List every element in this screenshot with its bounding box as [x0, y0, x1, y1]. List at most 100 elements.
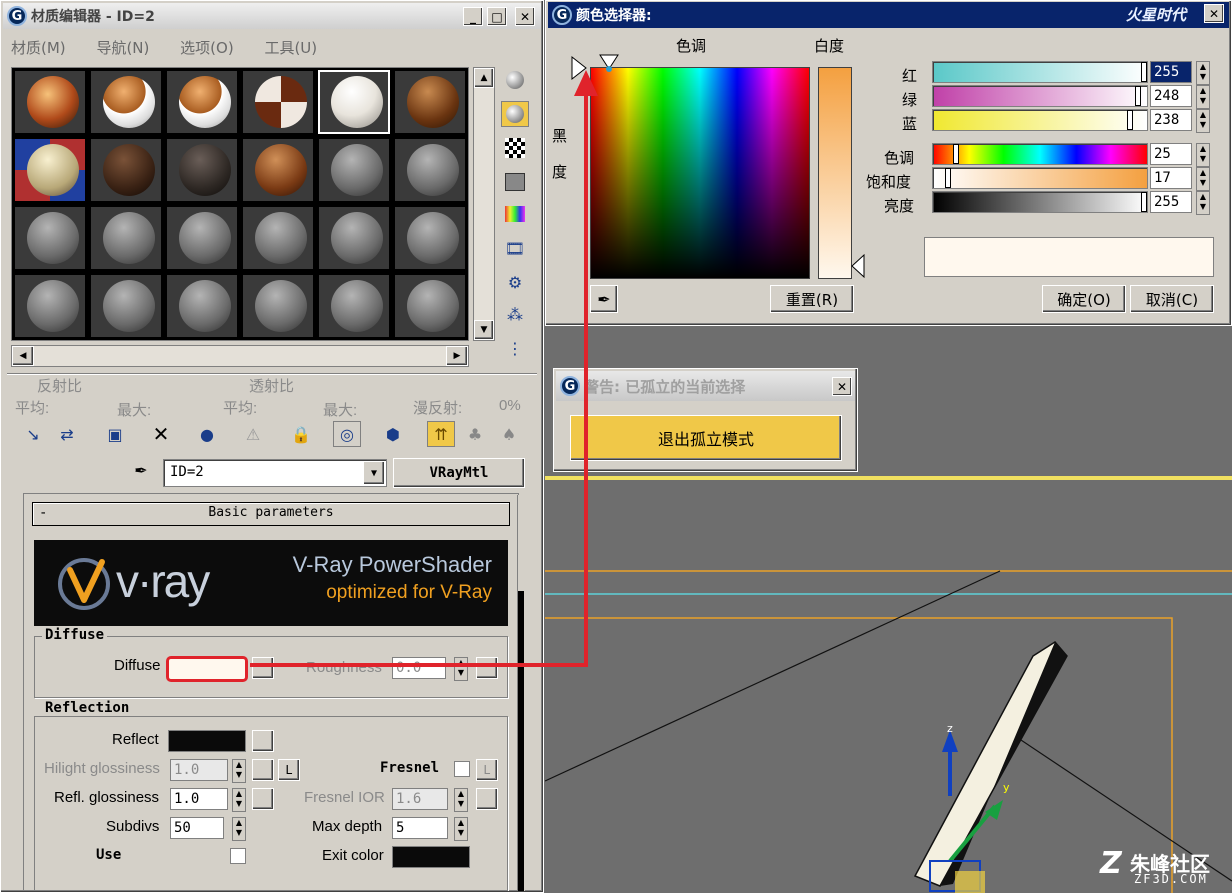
hue-spinner[interactable]: ▲ ▼ [1196, 143, 1210, 167]
eyedropper-icon[interactable]: ✒ [127, 457, 155, 483]
ok-button[interactable]: 确定(O) [1042, 285, 1126, 313]
menu-material[interactable]: 材质(M) [11, 39, 66, 57]
get-material-icon[interactable]: ↘ [19, 421, 47, 447]
sample-slot[interactable] [166, 70, 238, 134]
sample-uv-tiling-icon[interactable] [501, 169, 529, 195]
blue-input[interactable]: 238 [1150, 109, 1192, 131]
reflect-color-swatch[interactable] [168, 730, 246, 752]
whiteness-pointer-icon[interactable] [850, 253, 866, 279]
sample-slot[interactable] [242, 206, 314, 270]
sample-slot-selected[interactable] [318, 70, 390, 134]
sample-slot[interactable] [14, 206, 86, 270]
subdivs-spinner[interactable]: ▲ ▼ [232, 817, 246, 841]
red-spinner[interactable]: ▲ ▼ [1196, 61, 1210, 85]
hilight-map-button[interactable] [252, 759, 274, 781]
reset-button[interactable]: 重置(R) [770, 285, 854, 313]
panel-scroll-thumb[interactable] [518, 591, 524, 891]
refl-glossiness-map-button[interactable] [252, 788, 274, 810]
blue-slider[interactable] [932, 109, 1148, 131]
value-slider-knob[interactable] [1141, 192, 1147, 212]
green-slider[interactable] [932, 85, 1148, 107]
rollout-header[interactable]: - Basic parameters [32, 502, 510, 526]
backlight-icon[interactable] [501, 101, 529, 127]
sample-slot[interactable] [166, 138, 238, 202]
hue-slider[interactable] [932, 143, 1148, 165]
saturation-slider[interactable] [932, 167, 1148, 189]
sample-slot[interactable] [166, 206, 238, 270]
panel-scrollbar[interactable] [517, 495, 525, 891]
slot-horizontal-scrollbar[interactable]: ◀ ▶ [11, 345, 469, 367]
hue-blackness-field[interactable] [590, 67, 810, 279]
saturation-slider-knob[interactable] [945, 168, 951, 188]
sample-type-icon[interactable] [501, 67, 529, 93]
scroll-down-arrow-icon[interactable]: ▼ [474, 320, 494, 340]
material-navigator-icon[interactable]: ⋮ [501, 335, 529, 361]
warning-close-button[interactable]: ✕ [832, 377, 852, 396]
video-color-check-icon[interactable] [501, 201, 529, 227]
color-picker-close-button[interactable]: ✕ [1204, 4, 1224, 23]
value-spinner[interactable]: ▲ ▼ [1196, 191, 1210, 215]
green-spinner[interactable]: ▲ ▼ [1196, 85, 1210, 109]
saturation-input[interactable]: 17 [1150, 167, 1192, 189]
warning-titlebar[interactable]: G 警告: 已孤立的当前选择 ✕ [556, 371, 855, 401]
slot-vertical-scrollbar[interactable]: ▲ ▼ [473, 67, 495, 341]
fresnel-ior-spinner[interactable]: ▲ ▼ [454, 788, 468, 812]
sample-slot[interactable] [90, 70, 162, 134]
sample-slot[interactable] [318, 274, 390, 338]
roughness-map-button[interactable] [476, 657, 498, 679]
sample-slot[interactable] [90, 274, 162, 338]
hilight-lock-button[interactable]: L [278, 759, 300, 781]
go-forward-sibling-icon[interactable]: ♣ [461, 421, 489, 447]
sample-slot[interactable] [394, 206, 466, 270]
sample-slot[interactable] [90, 206, 162, 270]
make-preview-icon[interactable]: 🎞 [501, 235, 529, 261]
material-type-button[interactable]: VRayMtl [393, 458, 525, 488]
material-name-field[interactable]: ID=2 ▼ [163, 459, 387, 487]
exit-color-swatch[interactable] [392, 846, 470, 868]
material-effects-channel-icon[interactable]: 🔒 [287, 421, 315, 447]
go-to-parent-icon[interactable]: ⇈ [427, 421, 455, 447]
make-unique-icon[interactable]: ● [193, 421, 221, 447]
pick-material-icon[interactable]: ♠ [495, 421, 523, 447]
saturation-spinner[interactable]: ▲ ▼ [1196, 167, 1210, 191]
hue-pointer-icon[interactable] [596, 51, 626, 75]
hilight-glossiness-spinner[interactable]: ▲ ▼ [232, 759, 246, 783]
material-name-dropdown-icon[interactable]: ▼ [363, 461, 385, 485]
sample-slot[interactable] [394, 138, 466, 202]
sample-slot[interactable] [242, 274, 314, 338]
color-picker-titlebar[interactable]: G 颜色选择器: 火星时代 ✕ [548, 2, 1229, 28]
sample-slot[interactable] [14, 274, 86, 338]
cancel-button[interactable]: 取消(C) [1130, 285, 1214, 313]
close-button[interactable]: ✕ [515, 7, 535, 26]
refl-glossiness-input[interactable]: 1.0 [170, 788, 228, 810]
reset-map-icon[interactable]: ✕ [147, 421, 175, 447]
sample-slot[interactable] [242, 70, 314, 134]
put-to-library-icon[interactable]: ⚠ [239, 421, 267, 447]
use-interpolation-checkbox[interactable] [230, 848, 246, 864]
menu-options[interactable]: 选项(O) [180, 39, 234, 57]
sample-slot[interactable] [318, 206, 390, 270]
show-map-in-viewport-icon[interactable]: ◎ [333, 421, 361, 447]
refl-glossiness-spinner[interactable]: ▲ ▼ [232, 788, 246, 812]
blue-spinner[interactable]: ▲ ▼ [1196, 109, 1210, 133]
red-slider-knob[interactable] [1141, 62, 1147, 82]
roughness-input[interactable]: 0.0 [392, 657, 446, 679]
hue-slider-knob[interactable] [953, 144, 959, 164]
sample-slot[interactable] [14, 70, 86, 134]
hilight-glossiness-input[interactable]: 1.0 [170, 759, 228, 781]
material-editor-titlebar[interactable]: G 材质编辑器 - ID=2 _ □ ✕ [3, 3, 541, 29]
hue-input[interactable]: 25 [1150, 143, 1192, 165]
red-slider[interactable] [932, 61, 1148, 83]
diffuse-color-swatch[interactable] [166, 656, 248, 682]
sample-slot[interactable] [318, 138, 390, 202]
green-slider-knob[interactable] [1135, 86, 1141, 106]
put-to-scene-icon[interactable]: ⇄ [53, 421, 81, 447]
options-icon[interactable]: ⚙ [501, 269, 529, 295]
value-input[interactable]: 255 [1150, 191, 1192, 213]
select-by-material-icon[interactable]: ⁂ [501, 301, 529, 327]
sample-slot[interactable] [14, 138, 86, 202]
red-input[interactable]: 255 [1150, 61, 1192, 83]
whiteness-bar[interactable] [818, 67, 852, 279]
max-depth-spinner[interactable]: ▲ ▼ [454, 817, 468, 841]
max-depth-input[interactable]: 5 [392, 817, 448, 839]
